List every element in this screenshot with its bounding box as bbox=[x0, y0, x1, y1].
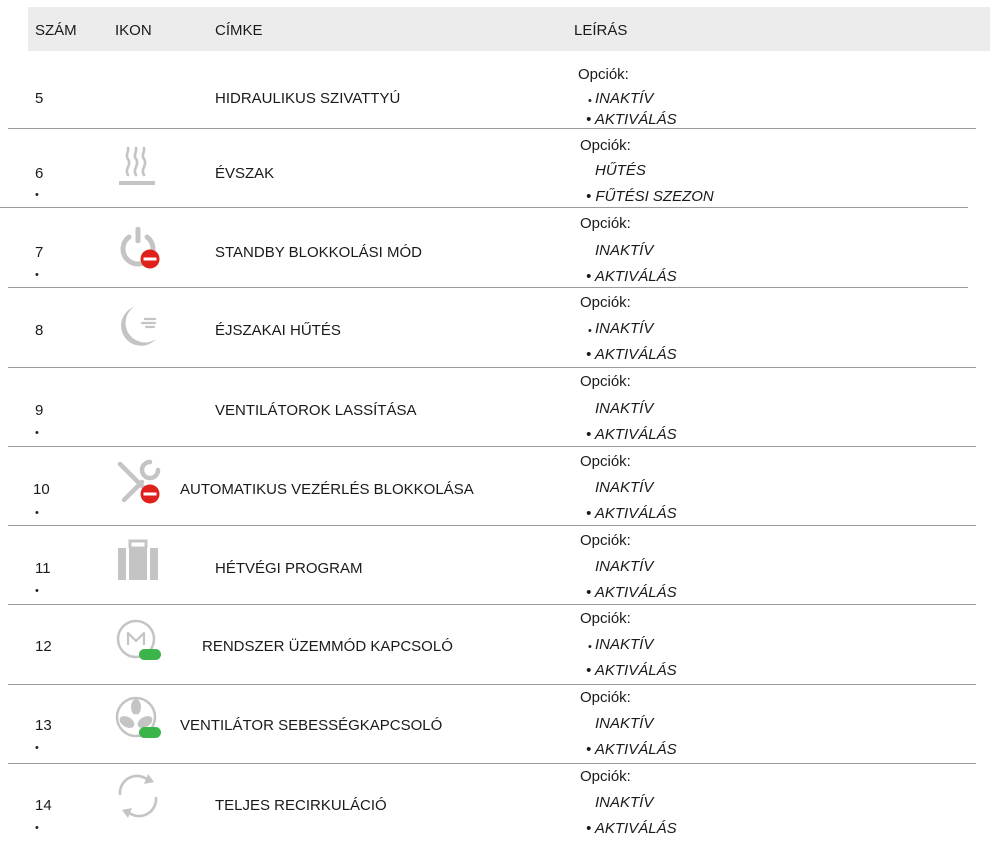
option-activate: • AKTIVÁLÁS bbox=[586, 426, 677, 443]
header-num: SZÁM bbox=[35, 22, 77, 39]
row-label: STANDBY BLOKKOLÁSI MÓD bbox=[215, 244, 423, 261]
mode-switch-icon bbox=[112, 614, 164, 666]
row-number: 6 bbox=[35, 165, 44, 182]
bullet: • bbox=[35, 822, 39, 834]
options-title: Opciók: bbox=[580, 453, 631, 470]
header-label: CÍMKE bbox=[215, 22, 263, 39]
row-label: VENTILÁTOR SEBESSÉGKAPCSOLÓ bbox=[180, 717, 443, 734]
option-activate: • AKTIVÁLÁS bbox=[586, 584, 677, 601]
option-heating-season: • FŰTÉSI SZEZON bbox=[586, 188, 714, 205]
bullet: • bbox=[35, 269, 39, 281]
bullet: • bbox=[588, 95, 592, 107]
option-activate: • AKTIVÁLÁS bbox=[586, 346, 677, 363]
option-activate: • AKTIVÁLÁS bbox=[586, 268, 677, 285]
option-inactive: INAKTÍV bbox=[595, 479, 654, 496]
row-label: VENTILÁTOROK LASSÍTÁSA bbox=[215, 402, 417, 419]
night-cooling-icon bbox=[112, 301, 164, 353]
bullet: • bbox=[588, 641, 592, 653]
row-divider bbox=[8, 604, 976, 605]
row-number: 8 bbox=[35, 322, 44, 339]
row-label: AUTOMATIKUS VEZÉRLÉS BLOKKOLÁSA bbox=[180, 481, 474, 498]
table-header bbox=[28, 7, 990, 51]
row-number: 9 bbox=[35, 402, 44, 419]
row-label: HÉTVÉGI PROGRAM bbox=[215, 560, 363, 577]
header-icon: IKON bbox=[115, 22, 152, 39]
suitcase-icon bbox=[112, 534, 164, 586]
option-activate: • AKTIVÁLÁS bbox=[586, 111, 677, 128]
option-activate: • AKTIVÁLÁS bbox=[586, 662, 677, 679]
options-title: Opciók: bbox=[580, 610, 631, 627]
row-divider bbox=[8, 684, 976, 685]
row-divider bbox=[8, 763, 976, 764]
options-title: Opciók: bbox=[580, 294, 631, 311]
option-inactive: INAKTÍV bbox=[595, 400, 654, 417]
row-divider bbox=[8, 525, 976, 526]
standby-block-icon bbox=[112, 221, 164, 273]
options-title: Opciók: bbox=[580, 215, 631, 232]
bullet: • bbox=[35, 742, 39, 754]
row-divider bbox=[8, 367, 976, 368]
option-inactive: INAKTÍV bbox=[595, 242, 654, 259]
options-title: Opciók: bbox=[580, 532, 631, 549]
option-activate: • AKTIVÁLÁS bbox=[586, 741, 677, 758]
options-title: Opciók: bbox=[580, 137, 631, 154]
row-divider bbox=[0, 207, 968, 208]
row-label: HIDRAULIKUS SZIVATTYÚ bbox=[215, 90, 401, 107]
options-title: Opciók: bbox=[580, 373, 631, 390]
bullet: • bbox=[35, 585, 39, 597]
options-title: Opciók: bbox=[580, 689, 631, 706]
row-number: 10 bbox=[33, 481, 50, 498]
row-number: 12 bbox=[35, 638, 52, 655]
option-activate: • AKTIVÁLÁS bbox=[586, 820, 677, 837]
row-number: 7 bbox=[35, 244, 44, 261]
options-title: Opciók: bbox=[578, 66, 629, 83]
row-label: ÉVSZAK bbox=[215, 165, 275, 182]
recirculation-icon bbox=[112, 770, 164, 822]
bullet: • bbox=[35, 189, 39, 201]
option-inactive: INAKTÍV bbox=[595, 320, 654, 337]
tools-block-icon bbox=[112, 456, 164, 508]
row-divider bbox=[8, 446, 976, 447]
bullet: • bbox=[35, 427, 39, 439]
option-cooling: HŰTÉS bbox=[595, 162, 646, 179]
options-title: Opciók: bbox=[580, 768, 631, 785]
option-inactive: INAKTÍV bbox=[595, 636, 654, 653]
row-number: 14 bbox=[35, 797, 52, 814]
bullet: • bbox=[588, 325, 592, 337]
option-inactive: INAKTÍV bbox=[595, 90, 654, 107]
row-label: RENDSZER ÜZEMMÓD KAPCSOLÓ bbox=[202, 638, 453, 655]
option-inactive: INAKTÍV bbox=[595, 558, 654, 575]
row-number: 11 bbox=[35, 560, 51, 577]
row-number: 13 bbox=[35, 717, 52, 734]
row-divider bbox=[8, 287, 968, 288]
row-number: 5 bbox=[35, 90, 44, 107]
option-inactive: INAKTÍV bbox=[595, 715, 654, 732]
bullet: • bbox=[35, 507, 39, 519]
row-divider bbox=[8, 128, 976, 129]
option-inactive: INAKTÍV bbox=[595, 794, 654, 811]
row-label: TELJES RECIRKULÁCIÓ bbox=[215, 797, 387, 814]
heat-waves-icon bbox=[112, 140, 164, 192]
header-desc: LEÍRÁS bbox=[574, 22, 628, 39]
option-activate: • AKTIVÁLÁS bbox=[586, 505, 677, 522]
fan-speed-icon bbox=[112, 692, 164, 744]
row-label: ÉJSZAKAI HŰTÉS bbox=[215, 322, 341, 339]
